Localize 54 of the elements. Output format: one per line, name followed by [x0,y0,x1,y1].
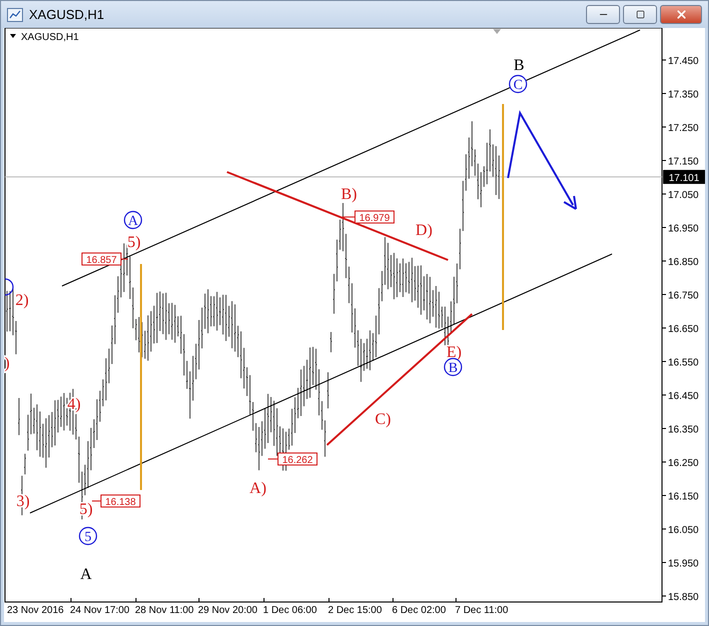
price-tag: 16.138 [100,494,140,508]
price-axis-label: 16.950 [668,224,699,234]
time-axis-label: 7 Dec 11:00 [455,605,508,616]
time-axis-label: 28 Nov 11:00 [135,605,194,616]
wave-label: B [514,57,524,74]
circled-wave-label: B [444,358,462,376]
circled-wave-label: A [124,210,142,230]
price-tag: 16.857 [82,252,122,266]
price-axis-label: 16.050 [668,525,699,536]
leader-line [92,500,102,502]
price-axis-label: 16.450 [668,391,699,402]
price-axis-label: 15.850 [668,592,699,603]
minimize-button[interactable] [586,5,620,24]
wave-label: A [80,566,92,583]
price-axis-label: 16.250 [668,458,699,469]
maximize-icon [636,10,644,19]
price-axis-label: 17.350 [668,90,699,100]
price-tag: 16.262 [278,452,318,466]
time-axis-label: 23 Nov 2016 [7,605,64,616]
time-axis-label: 2 Dec 15:00 [328,605,382,616]
price-axis-label: 17.150 [668,156,699,168]
price-axis-label: 16.550 [668,358,699,368]
price-axis-label: 16.650 [668,324,699,335]
circled-wave-label: C [508,74,528,94]
maximize-button[interactable] [623,5,657,24]
price-axis-label: 17.250 [668,123,699,134]
wave-label: D) [416,222,432,239]
circled-wave-label: 5 [78,526,98,546]
price-axis-label: 16.750 [668,290,699,302]
price-axis-label: 16.850 [668,257,699,268]
time-axis-label: 1 Dec 06:00 [263,605,317,616]
price-axis-label: 17.450 [668,56,699,67]
leader-line [268,458,278,460]
dropdown-triangle-icon [10,34,16,38]
symbol-label: XAGUSD,H1 [21,32,79,43]
price-axis-label: 17.050 [668,190,699,201]
price-axis-label: 16.350 [668,424,699,436]
price-axis-label: 16.150 [668,492,699,502]
leader-line [342,216,356,218]
wave-label: 2) [15,292,29,309]
time-axis-label: 6 Dec 02:00 [392,605,446,616]
chart-window-icon [7,8,23,22]
window-title: XAGUSD,H1 [29,7,106,22]
time-axis-label: 24 Nov 17:00 [70,605,130,616]
wave-label: B) [341,186,357,203]
wave-label: 5) [127,234,141,251]
wave-label: C) [375,411,391,428]
close-icon [674,8,688,21]
price-axis-label: 15.950 [668,558,699,570]
close-button[interactable] [660,5,702,24]
price-tag: 16.979 [354,210,394,224]
time-axis-label: 29 Nov 20:00 [198,605,258,616]
wave-label: A) [250,480,266,497]
current-price-tag: 17.101 [663,170,705,184]
